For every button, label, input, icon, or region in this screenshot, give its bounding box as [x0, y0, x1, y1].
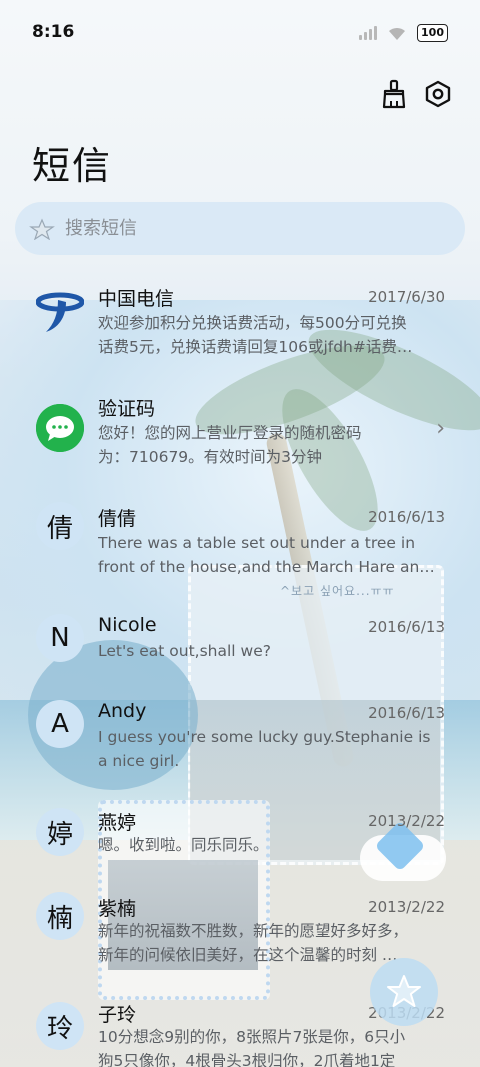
avatar: N [36, 614, 84, 662]
search-input[interactable] [65, 218, 425, 239]
conversation-item-andy[interactable]: A Andy 2016/6/13 I guess you're some luc… [0, 686, 480, 796]
contact-name: 倩倩 [98, 508, 137, 530]
message-preview-line-1: I guess you're some lucky guy.Stephanie … [98, 728, 431, 746]
conversation-item-nicole[interactable]: N Nicole 2016/6/13 Let's eat out,shall w… [0, 600, 480, 686]
message-preview-line-2: 狗5只像你，4根骨头3根归你，2爪着地1定 [98, 1052, 396, 1067]
message-preview-line-1: There was a table set out under a tree i… [98, 534, 416, 552]
china-telecom-logo-icon [36, 288, 84, 336]
message-preview-line-2: front of the house,and the March Hare an… [98, 558, 435, 576]
clean-brush-button[interactable] [378, 78, 410, 110]
avatar: 楠 [36, 892, 84, 940]
message-preview-line-2: 为：710679。有效时间为3分钟 [98, 448, 323, 466]
contact-name: 紫楠 [98, 898, 137, 920]
message-date: 2013/2/22 [368, 812, 445, 830]
conversation-item-verification-code[interactable]: 验证码 您好！您的网上营业厅登录的随机密码 为：710679。有效时间为3分钟 … [0, 380, 480, 490]
message-date: 2017/6/30 [368, 288, 445, 306]
message-date: 2016/6/13 [368, 704, 445, 722]
settings-button[interactable] [422, 78, 454, 110]
page-title: 短信 [32, 144, 113, 188]
avatar: 玲 [36, 1002, 84, 1050]
message-preview-line-1: 嗯。收到啦。同乐同乐。 [98, 836, 269, 854]
contact-name: 子玲 [98, 1004, 137, 1026]
avatar: 倩 [36, 502, 84, 550]
message-preview-line-1: 您好！您的网上营业厅登录的随机密码 [98, 424, 362, 442]
avatar: 婷 [36, 808, 84, 856]
contact-name: Andy [98, 700, 147, 722]
message-preview-line-1: 10分想念9别的你，8张照片7张是你，6只小 [98, 1028, 406, 1046]
contact-name: 验证码 [98, 398, 156, 420]
status-icons: 100 [359, 24, 448, 42]
message-preview-line-1: 新年的祝福数不胜数，新年的愿望好多好多， [98, 922, 409, 940]
hexagon-settings-icon [425, 80, 451, 108]
status-bar: 8:16 100 [0, 0, 480, 70]
status-time: 8:16 [32, 22, 75, 42]
message-date: 2016/6/13 [368, 618, 445, 636]
conversation-item-china-telecom[interactable]: 中国电信 2017/6/30 欢迎参加积分兑换话费活动，每500分可兑换 话费5… [0, 270, 480, 380]
battery-icon: 100 [417, 24, 448, 42]
message-date: 2016/6/13 [368, 508, 445, 526]
message-preview-line-1: 欢迎参加积分兑换话费活动，每500分可兑换 [98, 314, 407, 332]
star-compose-icon [387, 975, 421, 1007]
conversation-item-yanting[interactable]: 婷 燕婷 2013/2/22 嗯。收到啦。同乐同乐。 [0, 796, 480, 882]
compose-button[interactable] [370, 958, 438, 1026]
chevron-right-icon: › [436, 416, 445, 441]
wifi-icon [389, 27, 406, 40]
contact-name: 中国电信 [98, 288, 175, 310]
conversation-item-qianqian[interactable]: 倩 倩倩 2016/6/13 There was a table set out… [0, 490, 480, 600]
message-date: 2013/2/22 [368, 898, 445, 916]
contact-name: Nicole [98, 614, 157, 636]
star-doodle-icon [29, 217, 55, 240]
brush-icon [382, 79, 406, 109]
message-preview-line-2: 话费5元，兑换话费请回复106或jfdh#话费… [98, 338, 413, 356]
message-bubble-icon [36, 404, 84, 452]
message-preview-line-1: Let's eat out,shall we? [98, 642, 271, 660]
signal-icon [359, 26, 378, 40]
contact-name: 燕婷 [98, 812, 137, 834]
search-bar[interactable] [15, 202, 465, 255]
avatar: A [36, 700, 84, 748]
message-preview-line-2: a nice girl. [98, 752, 180, 770]
